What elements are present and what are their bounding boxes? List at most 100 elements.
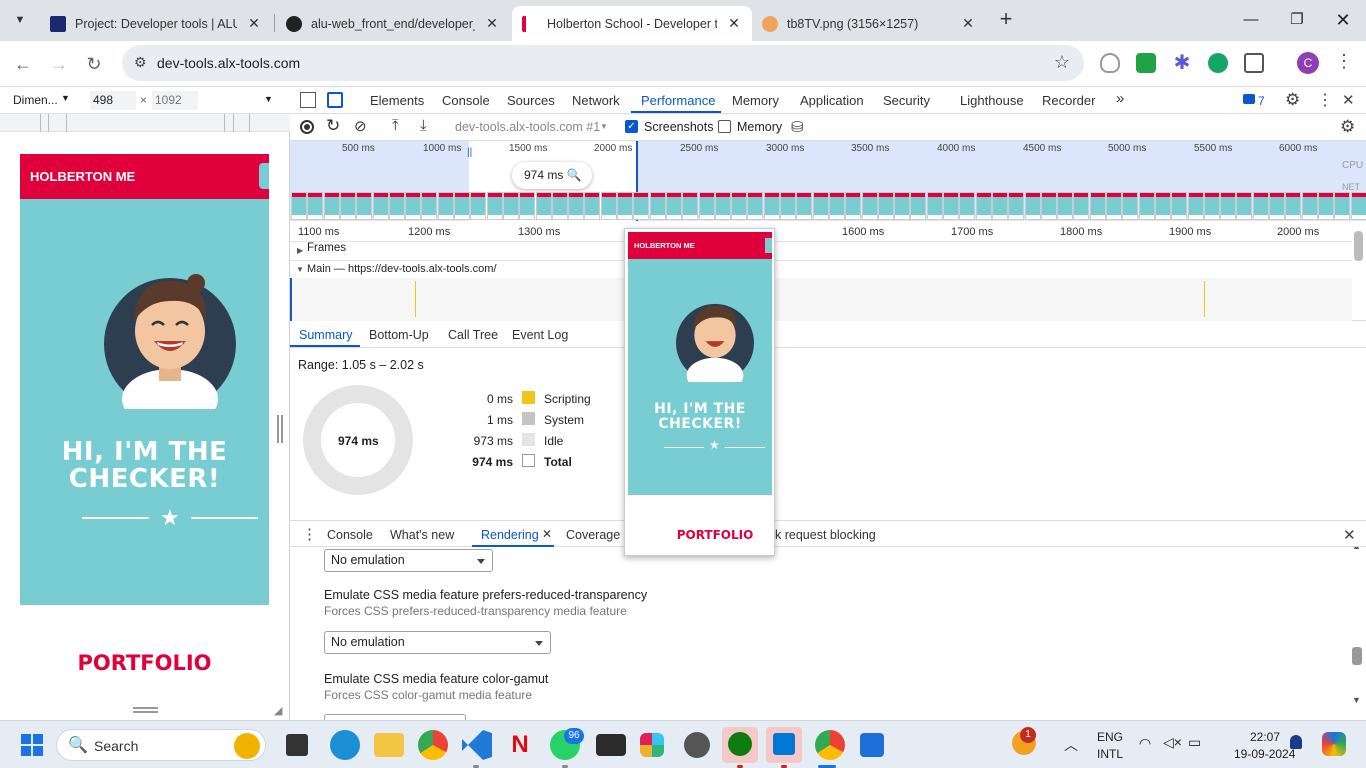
filmstrip-thumbnail[interactable] <box>731 192 748 220</box>
reload-button[interactable]: ↻ <box>79 49 109 79</box>
copilot-icon[interactable] <box>1322 732 1346 756</box>
garbage-collect-icon[interactable]: ⛁ <box>791 118 804 136</box>
filmstrip-thumbnail[interactable] <box>812 192 829 220</box>
collapse-arrow-icon[interactable]: ▼ <box>296 265 304 274</box>
upload-icon[interactable]: ⤒ <box>392 117 399 134</box>
task-view-icon[interactable] <box>286 734 308 756</box>
tab-call-tree[interactable]: Call Tree <box>448 328 498 342</box>
filmstrip-thumbnail[interactable] <box>780 192 796 220</box>
drawer-tab-console[interactable]: Console <box>327 528 373 542</box>
screenshots-checkbox[interactable]: ✓ <box>625 120 638 133</box>
tab-performance[interactable]: Performance <box>641 93 715 108</box>
filmstrip-thumbnail[interactable] <box>405 192 422 220</box>
filmstrip-thumbnail[interactable] <box>894 192 911 220</box>
resize-corner-icon[interactable]: ◢ <box>274 704 282 717</box>
filmstrip-thumbnail[interactable] <box>665 192 682 220</box>
close-drawer-icon[interactable]: ✕ <box>1343 526 1356 544</box>
battery-icon[interactable]: ▭ <box>1188 734 1201 751</box>
keyboard-layout-indicator[interactable]: INTL <box>1097 747 1123 761</box>
new-tab-button[interactable]: + <box>991 6 1021 34</box>
chevron-down-icon[interactable]: ▼ <box>61 93 70 103</box>
close-icon[interactable]: ✕ <box>960 15 976 32</box>
filmstrip-thumbnail[interactable] <box>861 192 878 220</box>
download-icon[interactable]: ⤓ <box>420 117 427 134</box>
filmstrip-thumbnail[interactable] <box>1040 192 1057 220</box>
close-tab-icon[interactable]: ✕ <box>542 527 552 541</box>
inspect-element-icon[interactable] <box>300 92 316 108</box>
tab-memory[interactable]: Memory <box>732 93 779 108</box>
bookmark-star-icon[interactable]: ☆ <box>1054 52 1070 73</box>
filmstrip-thumbnail[interactable] <box>1154 192 1171 220</box>
more-tabs-button[interactable]: » <box>1116 90 1124 107</box>
wifi-icon[interactable]: ◠ <box>1139 735 1151 752</box>
restore-button[interactable]: ❐ <box>1274 0 1320 40</box>
filmstrip-thumbnail[interactable] <box>1350 192 1366 220</box>
site-info-icon[interactable]: ⚙ <box>134 54 147 71</box>
drawer-tab-whats-new[interactable]: What's new <box>390 528 454 542</box>
filmstrip-thumbnail[interactable] <box>1089 192 1106 220</box>
filmstrip-thumbnail[interactable] <box>943 192 959 220</box>
device-height-input[interactable]: 1092 <box>152 91 198 110</box>
filmstrip-thumbnail[interactable] <box>1334 192 1351 220</box>
recording-target-select[interactable]: dev-tools.alx-tools.com #1 <box>455 120 600 134</box>
filmstrip-thumbnail[interactable] <box>470 192 487 220</box>
filmstrip-thumbnail[interactable] <box>991 192 1008 220</box>
filmstrip-thumbnail[interactable] <box>845 192 862 220</box>
language-indicator[interactable]: ENG <box>1097 730 1123 744</box>
filmstrip-thumbnail[interactable] <box>747 192 764 220</box>
close-icon[interactable]: ✕ <box>246 15 262 32</box>
minimize-button[interactable]: — <box>1228 0 1274 40</box>
filmstrip-thumbnail[interactable] <box>421 192 438 220</box>
edge-icon[interactable] <box>330 730 360 760</box>
filmstrip-thumbnail[interactable] <box>372 192 389 220</box>
flame-scrollbar[interactable] <box>1354 231 1363 261</box>
tab-lighthouse[interactable]: Lighthouse <box>960 93 1024 108</box>
asterisk-extension-icon[interactable]: ✱ <box>1172 53 1192 73</box>
filmstrip-thumbnail[interactable] <box>339 192 356 220</box>
filmstrip-thumbnail[interactable] <box>291 192 307 220</box>
timeline-overview[interactable]: || 500 ms 1000 ms 1500 ms 2000 ms 2500 m… <box>290 141 1366 221</box>
chrome-profile-icon[interactable] <box>815 730 845 760</box>
filmstrip-thumbnail[interactable] <box>551 192 568 220</box>
filmstrip-thumbnail[interactable] <box>584 192 601 220</box>
close-icon[interactable]: ✕ <box>484 15 500 32</box>
resize-handle-bottom[interactable] <box>133 707 158 713</box>
tab-image[interactable]: tb8TV.png (3156×1257) ✕ <box>752 6 986 41</box>
drawer-tab-coverage[interactable]: Coverage <box>566 528 620 542</box>
filmstrip-thumbnail[interactable] <box>682 192 699 220</box>
device-width-input[interactable]: 498 <box>90 91 136 110</box>
filmstrip-thumbnail[interactable] <box>307 192 324 220</box>
filmstrip-thumbnail[interactable] <box>1024 192 1041 220</box>
tab-github[interactable]: alu-web_front_end/developer_t ✕ <box>276 6 510 41</box>
filmstrip-thumbnail[interactable] <box>633 192 650 220</box>
windows-start-icon[interactable] <box>21 734 43 756</box>
issues-count[interactable]: 7 <box>1258 94 1265 108</box>
filmstrip-thumbnail[interactable] <box>454 192 470 220</box>
filmstrip-thumbnail[interactable] <box>877 192 894 220</box>
green-extension-icon[interactable] <box>1136 53 1156 73</box>
drawer-tab-network-request-blocking[interactable]: k request blocking <box>775 528 876 542</box>
clock-date[interactable]: 19-09-2024 <box>1234 747 1295 761</box>
filmstrip-thumbnail[interactable] <box>1269 192 1285 220</box>
scroll-down-icon[interactable]: ▼ <box>1352 695 1361 705</box>
slack-icon[interactable] <box>640 733 664 757</box>
clock-time[interactable]: 22:07 <box>1250 730 1280 744</box>
emulated-page[interactable]: HOLBERTON ME HI, I'M THE CHECKER! ★ PORT… <box>20 154 269 700</box>
capture-settings-icon[interactable]: ⚙ <box>1340 117 1355 137</box>
chrome-icon[interactable] <box>418 730 448 760</box>
filmstrip-thumbnail[interactable] <box>1106 192 1122 220</box>
tab-alu-project[interactable]: Project: Developer tools | ALU I ✕ <box>40 6 272 41</box>
filmstrip-thumbnail[interactable] <box>828 192 845 220</box>
filmstrip-thumbnail[interactable] <box>910 192 927 220</box>
drawer-tab-rendering[interactable]: Rendering <box>481 528 539 542</box>
resize-handle-right[interactable] <box>277 415 283 443</box>
tab-console[interactable]: Console <box>442 93 490 108</box>
filmstrip-thumbnail[interactable] <box>1301 192 1318 220</box>
settings-icon[interactable] <box>684 732 710 758</box>
filmstrip-thumbnail[interactable] <box>1138 192 1155 220</box>
filmstrip-thumbnail[interactable] <box>617 192 633 220</box>
issues-icon[interactable] <box>1243 94 1255 104</box>
filmstrip-thumbnail[interactable] <box>356 192 373 220</box>
filmstrip-thumbnail[interactable] <box>698 192 715 220</box>
address-bar[interactable]: ⚙ dev-tools.alx-tools.com ☆ <box>122 45 1084 81</box>
